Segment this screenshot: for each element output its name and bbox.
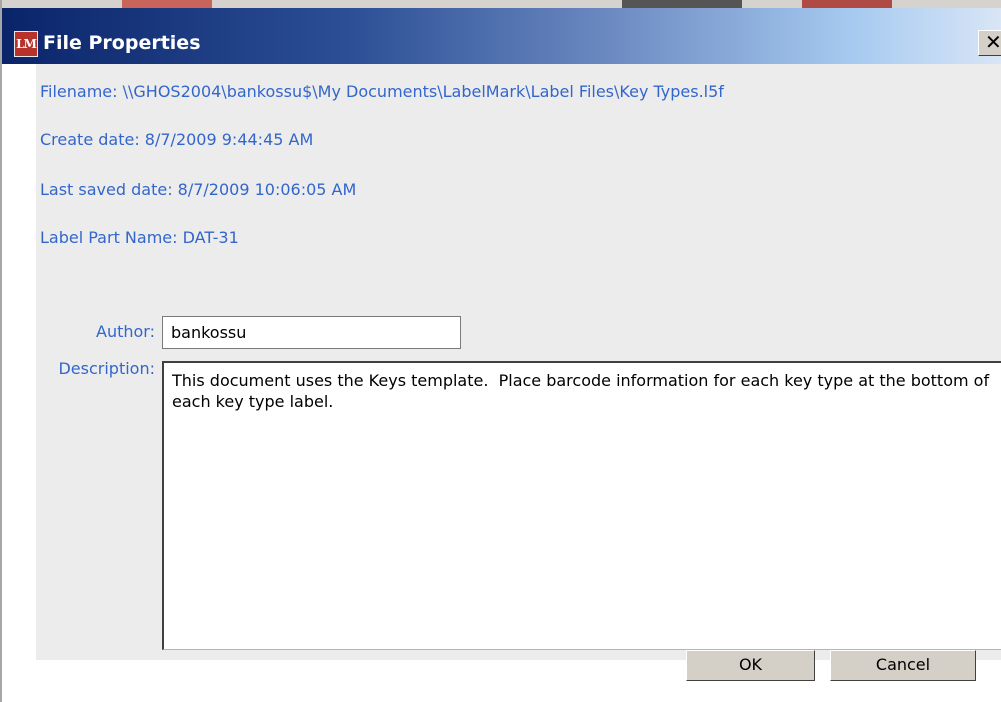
file-properties-dialog: LM File Properties ✕ Filename: \\GHOS200… [0,0,1001,702]
create-date-text: Create date: 8/7/2009 9:44:45 AM [40,130,314,149]
close-icon: ✕ [985,30,1001,54]
ok-button[interactable]: OK [686,650,815,681]
label-part-name-text: Label Part Name: DAT-31 [40,228,239,247]
app-icon: LM [14,31,38,57]
description-label: Description: [58,359,155,378]
background-fragment [802,0,892,8]
filename-text: Filename: \\GHOS2004\bankossu$\My Docume… [40,82,724,101]
window-title: File Properties [43,32,201,54]
cancel-button[interactable]: Cancel [830,650,976,681]
last-saved-date-text: Last saved date: 8/7/2009 10:06:05 AM [40,180,357,199]
background-fragment [622,0,742,8]
background-window-sliver [2,0,1001,8]
background-fragment [122,0,212,8]
title-bar[interactable]: LM File Properties ✕ [2,8,1001,64]
description-field[interactable]: This document uses the Keys template. Pl… [162,361,1001,650]
author-label: Author: [96,322,155,341]
author-field[interactable] [162,316,461,349]
close-button[interactable]: ✕ [978,30,1001,56]
